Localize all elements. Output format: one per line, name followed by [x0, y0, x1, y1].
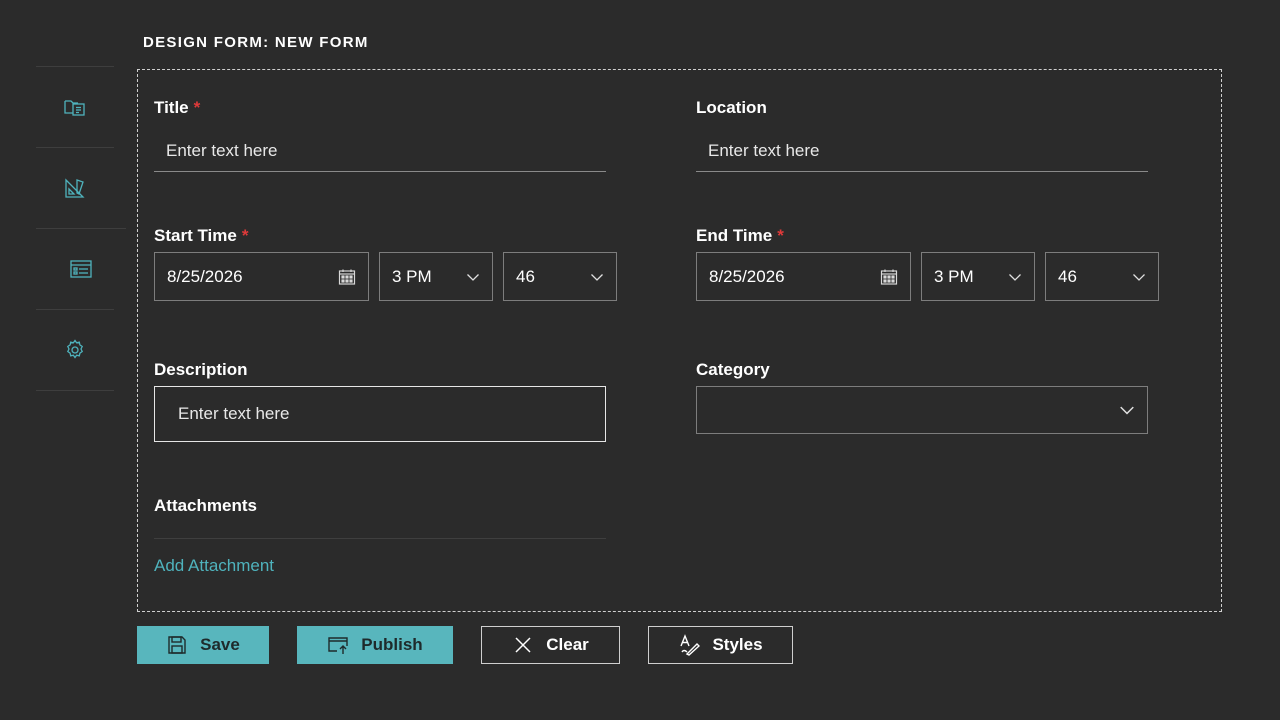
- end-date-value: 8/25/2026: [709, 266, 785, 286]
- end-minute-value: 46: [1058, 266, 1077, 286]
- close-icon: [515, 637, 531, 653]
- chevron-down-icon: [1133, 273, 1145, 281]
- calendar-icon[interactable]: [880, 268, 898, 286]
- start-minute-select[interactable]: 46: [503, 252, 617, 301]
- end-minute-select[interactable]: 46: [1045, 252, 1159, 301]
- save-icon: [168, 636, 186, 654]
- description-label: Description: [154, 360, 248, 379]
- title-label: Title *: [154, 98, 200, 118]
- form-list-icon: [70, 260, 92, 278]
- publish-button[interactable]: Publish: [297, 626, 453, 664]
- clear-button[interactable]: Clear: [481, 626, 620, 664]
- category-select[interactable]: [696, 386, 1148, 434]
- start-hour-value: 3 PM: [392, 266, 432, 286]
- chevron-down-icon: [591, 273, 603, 281]
- location-label: Location: [696, 98, 767, 117]
- required-mark: *: [777, 226, 784, 245]
- attachments-divider: [154, 538, 606, 539]
- title-label-text: Title: [154, 98, 189, 117]
- save-button[interactable]: Save: [137, 626, 269, 664]
- publish-label: Publish: [361, 635, 423, 654]
- start-date-value: 8/25/2026: [167, 266, 243, 286]
- styles-label: Styles: [712, 635, 763, 654]
- chevron-down-icon: [1009, 273, 1021, 281]
- gear-icon: [66, 339, 84, 359]
- sidebar-item-design[interactable]: [36, 147, 114, 228]
- start-time-label: Start Time *: [154, 226, 248, 246]
- form-canvas: Title* Location Start Time* 8/25/2026 3 …: [137, 69, 1222, 612]
- start-date-picker[interactable]: 8/25/2026: [154, 252, 369, 301]
- start-minute-value: 46: [516, 266, 535, 286]
- attachments-label: Attachments: [154, 496, 257, 515]
- end-hour-value: 3 PM: [934, 266, 974, 286]
- page-title: DESIGN FORM: NEW FORM: [143, 34, 369, 51]
- sidebar-item-list[interactable]: [36, 228, 126, 309]
- required-mark: *: [193, 98, 201, 117]
- design-tools-icon: [65, 178, 85, 198]
- styles-button[interactable]: Styles: [648, 626, 793, 664]
- start-time-label-text: Start Time: [154, 226, 237, 245]
- start-hour-select[interactable]: 3 PM: [379, 252, 493, 301]
- end-hour-select[interactable]: 3 PM: [921, 252, 1035, 301]
- end-time-label-text: End Time: [696, 226, 773, 245]
- text-style-icon: [680, 634, 701, 656]
- sidebar-item-settings[interactable]: [36, 309, 114, 391]
- clear-label: Clear: [546, 635, 589, 654]
- required-mark: *: [241, 226, 249, 245]
- sidebar-item-forms[interactable]: [36, 66, 114, 147]
- publish-icon: [328, 637, 348, 654]
- sidebar: [36, 66, 126, 391]
- description-input[interactable]: [154, 386, 606, 442]
- chevron-down-icon: [467, 273, 479, 281]
- calendar-icon[interactable]: [338, 268, 356, 286]
- title-input[interactable]: [154, 130, 606, 172]
- end-date-picker[interactable]: 8/25/2026: [696, 252, 911, 301]
- add-attachment-link[interactable]: Add Attachment: [154, 556, 274, 576]
- category-label: Category: [696, 360, 770, 379]
- folder-form-icon: [64, 100, 85, 116]
- save-label: Save: [200, 635, 240, 654]
- end-time-label: End Time *: [696, 226, 784, 246]
- location-input[interactable]: [696, 130, 1148, 172]
- chevron-down-icon: [1120, 406, 1134, 415]
